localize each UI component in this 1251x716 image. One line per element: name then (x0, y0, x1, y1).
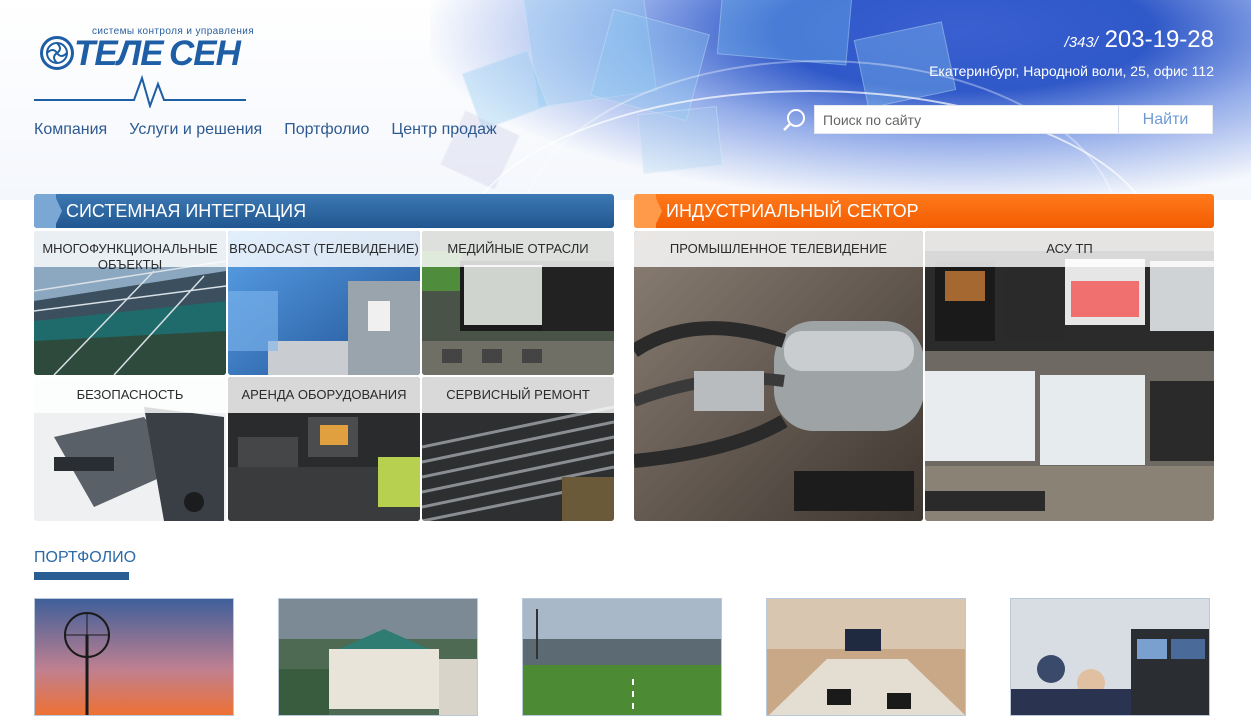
nav-item-services[interactable]: Услуги и решения (129, 121, 262, 139)
nav-item-company[interactable]: Компания (34, 121, 107, 139)
section-title-industrial: ИНДУСТРИАЛЬНЫЙ СЕКТОР (666, 201, 919, 221)
portfolio-item-antenna[interactable] (34, 598, 234, 716)
logo-word-sen: СЕН (169, 34, 241, 73)
antenna-photo (35, 599, 233, 715)
search-input[interactable] (815, 106, 1118, 133)
control-center-photo (1011, 599, 1209, 715)
search-icon (783, 109, 805, 131)
tile-label: МНОГОФУНКЦИОНАЛЬНЫЕ ОБЪЕКТЫ (34, 231, 226, 272)
tile-multifunctional[interactable]: МНОГОФУНКЦИОНАЛЬНЫЕ ОБЪЕКТЫ (34, 231, 226, 375)
phone-code: /343/ (1064, 34, 1098, 51)
tile-label: BROADCAST (ТЕЛЕВИДЕНИЕ) (228, 231, 420, 267)
contact-address: Екатеринбург, Народной воли, 25, офис 11… (929, 63, 1214, 79)
tile-security[interactable]: БЕЗОПАСНОСТЬ (34, 377, 226, 521)
nav-item-portfolio[interactable]: Портфолио (284, 121, 369, 139)
control-room-photo (925, 231, 1214, 521)
nav-item-sales[interactable]: Центр продаж (391, 121, 496, 139)
chevron-right-icon (634, 194, 662, 228)
conference-hall-photo (767, 599, 965, 715)
chevron-right-icon (34, 194, 62, 228)
logo-emblem-icon (40, 36, 74, 70)
tile-label: БЕЗОПАСНОСТЬ (34, 377, 226, 413)
logo-pulse-line-icon (34, 74, 246, 108)
portfolio-item-control-center[interactable] (1010, 598, 1210, 716)
tile-broadcast[interactable]: BROADCAST (ТЕЛЕВИДЕНИЕ) (228, 231, 420, 375)
portfolio-item-building[interactable] (278, 598, 478, 716)
tile-label: АСУ ТП (925, 231, 1214, 267)
industrial-camera-photo (634, 231, 923, 521)
portfolio-item-stadium[interactable] (522, 598, 722, 716)
search-form: Найти (814, 105, 1213, 134)
tile-label: АРЕНДА ОБОРУДОВАНИЯ (228, 377, 420, 413)
tile-rental[interactable]: АРЕНДА ОБОРУДОВАНИЯ (228, 377, 420, 521)
stadium-field-photo (523, 599, 721, 715)
tile-label: СЕРВИСНЫЙ РЕМОНТ (422, 377, 614, 413)
portfolio-underline (34, 572, 129, 580)
section-header-integration[interactable]: СИСТЕМНАЯ ИНТЕГРАЦИЯ (34, 194, 614, 228)
portfolio-item-conference[interactable] (766, 598, 966, 716)
portfolio-title[interactable]: ПОРТФОЛИО (34, 549, 136, 567)
site-logo[interactable]: системы контроля и управления ТЕЛЕ СЕН (34, 24, 254, 108)
building-photo (279, 599, 477, 715)
tile-repair[interactable]: СЕРВИСНЫЙ РЕМОНТ (422, 377, 614, 521)
main-nav: Компания Услуги и решения Портфолио Цент… (34, 121, 519, 139)
tile-label: ПРОМЫШЛЕННОЕ ТЕЛЕВИДЕНИЕ (634, 231, 923, 267)
tile-asu-tp[interactable]: АСУ ТП (925, 231, 1214, 521)
tile-media[interactable]: МЕДИЙНЫЕ ОТРАСЛИ (422, 231, 614, 375)
tile-industrial-tv[interactable]: ПРОМЫШЛЕННОЕ ТЕЛЕВИДЕНИЕ (634, 231, 923, 521)
tile-label: МЕДИЙНЫЕ ОТРАСЛИ (422, 231, 614, 267)
search-button[interactable]: Найти (1118, 106, 1212, 133)
section-header-industrial[interactable]: ИНДУСТРИАЛЬНЫЙ СЕКТОР (634, 194, 1214, 228)
logo-word-tele: ТЕЛЕ (74, 34, 164, 73)
contact-phone[interactable]: /343/ 203-19-28 (1065, 26, 1214, 54)
section-title-integration: СИСТЕМНАЯ ИНТЕГРАЦИЯ (66, 201, 307, 221)
phone-number: 203-19-28 (1104, 26, 1214, 53)
